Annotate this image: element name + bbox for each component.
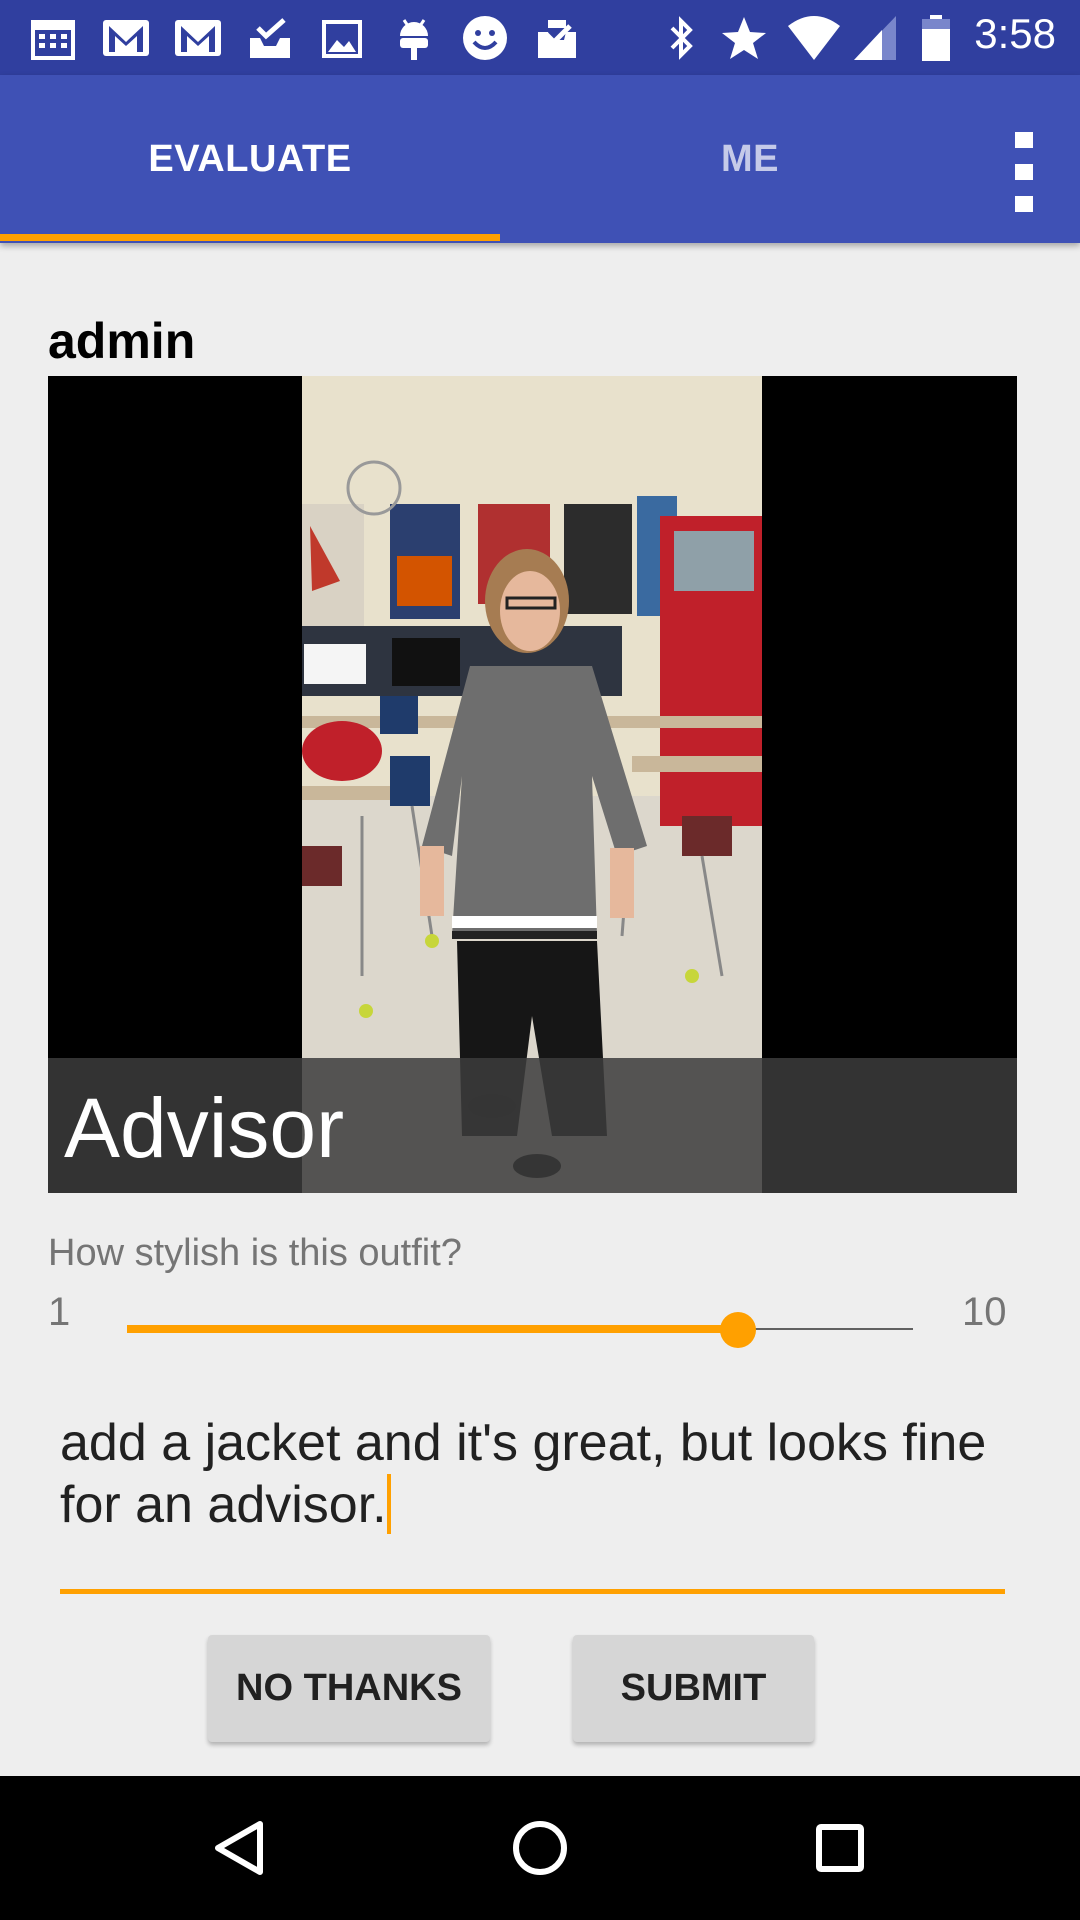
- home-icon[interactable]: [480, 1776, 600, 1920]
- image-icon: [322, 20, 362, 58]
- inbox-icon: [250, 18, 290, 58]
- star-icon: [722, 17, 766, 59]
- rating-min-label: 1: [48, 1290, 71, 1334]
- tab-indicator: [0, 234, 500, 241]
- text-cursor: [386, 1474, 391, 1534]
- navigation-bar: [0, 1776, 1080, 1920]
- slider-fill: [127, 1325, 738, 1333]
- clock: 3:58: [974, 10, 1056, 57]
- comment-input[interactable]: add a jacket and it's great, but looks f…: [60, 1412, 1005, 1536]
- tab-evaluate[interactable]: EVALUATE: [0, 75, 500, 243]
- comment-underline: [60, 1589, 1005, 1594]
- calendar-icon: [31, 20, 75, 60]
- app-bar: EVALUATE ME: [0, 75, 1080, 243]
- gmail-icon: [103, 20, 149, 56]
- rating-max-label: 10: [962, 1290, 1007, 1334]
- recents-icon[interactable]: [780, 1776, 900, 1920]
- battery-icon: [922, 15, 950, 61]
- smiley-icon: [463, 16, 507, 60]
- wifi-icon: [788, 16, 840, 60]
- submit-button[interactable]: SUBMIT: [573, 1635, 814, 1742]
- comment-text: add a jacket and it's great, but looks f…: [60, 1414, 987, 1534]
- photo-caption-bar: Advisor: [48, 1058, 1017, 1193]
- no-thanks-button[interactable]: NO THANKS: [208, 1635, 490, 1742]
- cell-signal-icon: [854, 16, 896, 60]
- gmail-icon: [175, 20, 221, 56]
- bluetooth-icon: [670, 16, 693, 60]
- more-vert-icon[interactable]: [1008, 132, 1044, 212]
- status-bar: 3:58: [0, 0, 1080, 75]
- clipboard-check-icon: [538, 20, 576, 58]
- outfit-photo: Advisor: [48, 376, 1017, 1193]
- slider-thumb[interactable]: [720, 1312, 756, 1348]
- username: admin: [48, 313, 196, 369]
- rating-question: How stylish is this outfit?: [48, 1232, 462, 1274]
- photo-caption: Advisor: [64, 1081, 345, 1175]
- android-icon: [400, 19, 428, 60]
- rating-slider[interactable]: [127, 1310, 913, 1350]
- tab-me[interactable]: ME: [500, 75, 1000, 243]
- back-icon[interactable]: [180, 1776, 300, 1920]
